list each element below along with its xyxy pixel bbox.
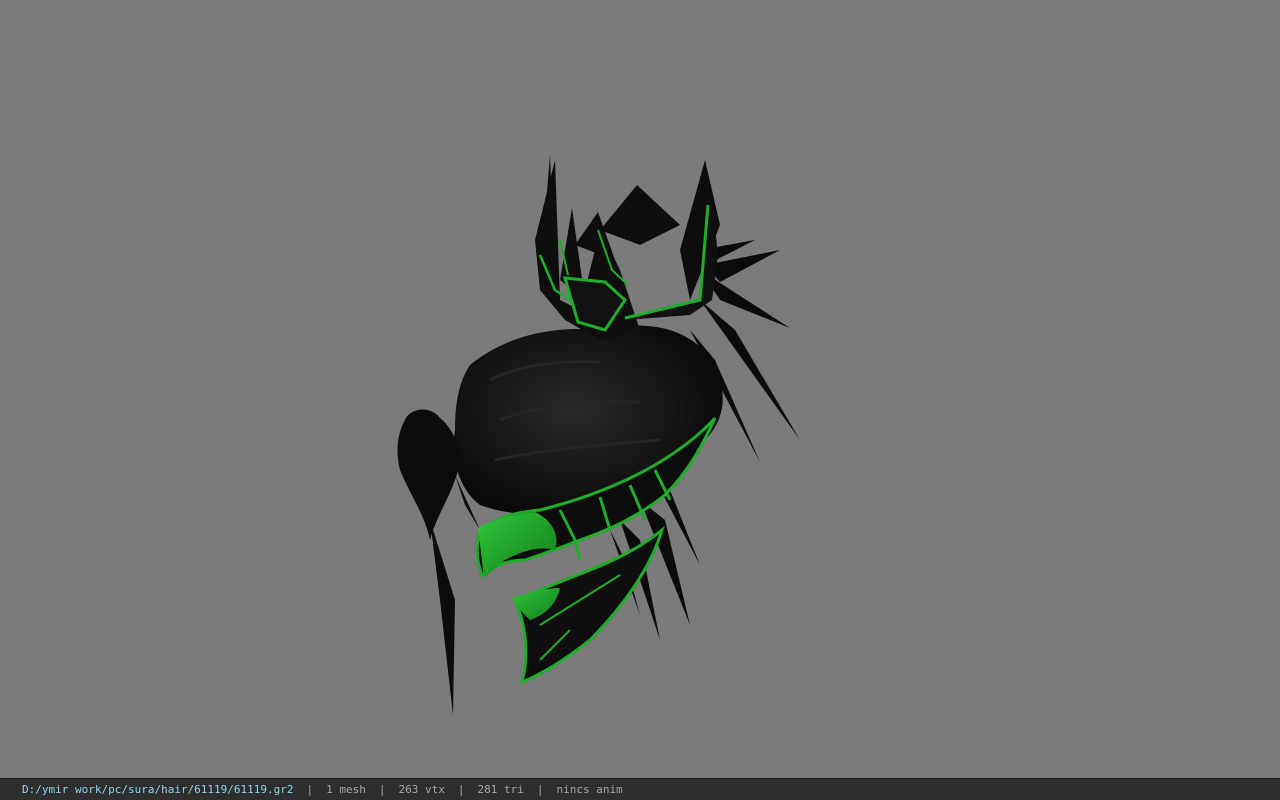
separator: | bbox=[306, 783, 314, 796]
file-path-label: D:/ymir work/pc/sura/hair/61119/61119.gr… bbox=[22, 783, 294, 796]
animation-status-label: nincs anim bbox=[556, 783, 623, 796]
vertex-count-label: 263 vtx bbox=[398, 783, 445, 796]
mesh-count-label: 1 mesh bbox=[326, 783, 366, 796]
hair-mass bbox=[453, 325, 723, 515]
separator: | bbox=[536, 783, 544, 796]
separator: | bbox=[378, 783, 386, 796]
triangle-count-label: 281 tri bbox=[477, 783, 524, 796]
hair-model-render[interactable] bbox=[0, 0, 1280, 778]
status-bar: D:/ymir work/pc/sura/hair/61119/61119.gr… bbox=[0, 778, 1280, 800]
3d-viewport[interactable] bbox=[0, 0, 1280, 778]
separator: | bbox=[457, 783, 465, 796]
